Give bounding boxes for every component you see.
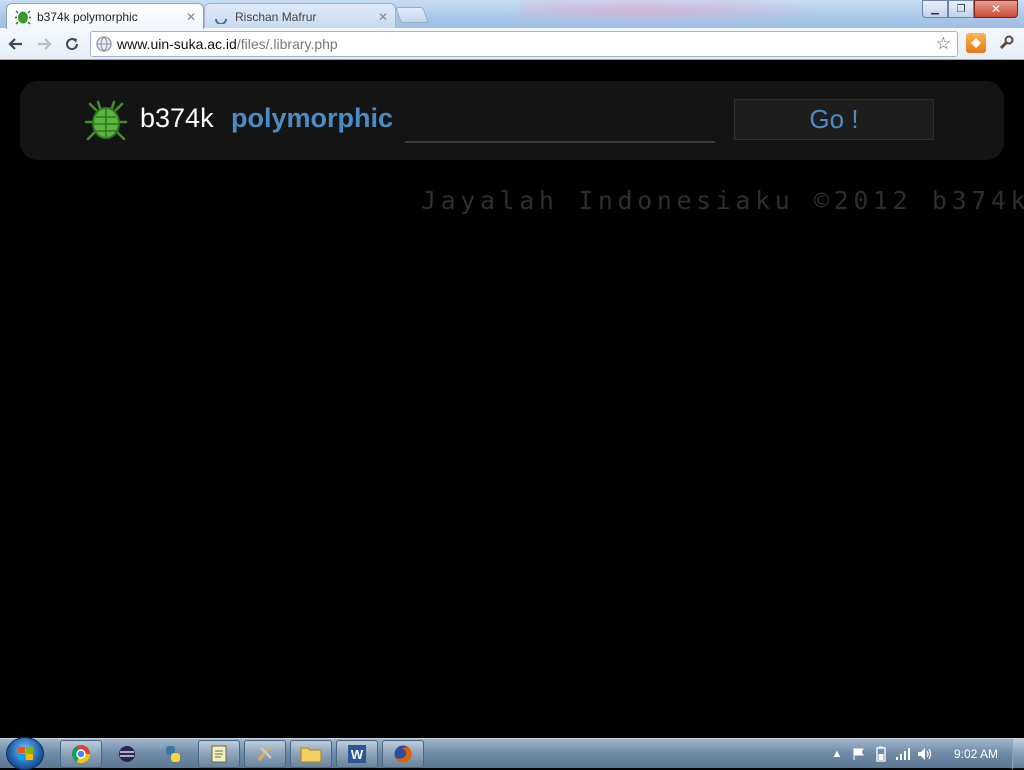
url-host: www.uin-suka.ac.id xyxy=(117,36,237,52)
notepad-taskbar-icon[interactable] xyxy=(198,740,240,768)
back-arrow-icon[interactable] xyxy=(6,34,26,54)
header-panel: b374k polymorphic Go ! xyxy=(20,81,1004,160)
close-icon[interactable]: ✕ xyxy=(375,10,391,24)
brand-subtitle: polymorphic xyxy=(231,103,394,133)
tab-rischan[interactable]: Rischan Mafrur ✕ xyxy=(204,3,396,29)
firefox-taskbar-icon[interactable] xyxy=(382,740,424,768)
loading-spinner-icon xyxy=(213,9,229,25)
word-icon: W xyxy=(348,745,366,763)
minimize-icon[interactable]: ▁ xyxy=(922,0,948,18)
globe-icon xyxy=(96,36,112,52)
extension-icon[interactable] xyxy=(966,33,986,53)
go-button[interactable]: Go ! xyxy=(734,99,934,140)
command-input[interactable] xyxy=(405,101,715,143)
titlebar-glow xyxy=(520,0,820,24)
volume-icon[interactable] xyxy=(914,744,936,764)
system-tray: ▲ 9:02 AM xyxy=(826,739,1024,769)
wrench-icon[interactable] xyxy=(996,33,1016,53)
new-tab-button[interactable] xyxy=(395,7,429,23)
tools-taskbar-icon[interactable] xyxy=(244,740,286,768)
restore-icon[interactable]: ❐ xyxy=(948,0,974,18)
close-icon[interactable]: ✕ xyxy=(183,10,199,24)
url-path: /files/.library.php xyxy=(236,36,338,52)
word-taskbar-icon[interactable]: W xyxy=(336,740,378,768)
window-controls: ▁ ❐ ✕ xyxy=(922,0,1018,18)
browser-titlebar: b374k polymorphic ✕ Rischan Mafrur ✕ ▁ ❐… xyxy=(0,0,1024,29)
action-center-flag-icon[interactable] xyxy=(848,744,870,764)
footer-text: Jayalah Indonesiaku ©2012 b374k xyxy=(421,186,1024,215)
chrome-taskbar-icon[interactable] xyxy=(60,740,102,768)
battery-icon[interactable] xyxy=(870,744,892,764)
windows-logo-icon xyxy=(18,747,33,760)
address-bar[interactable]: www.uin-suka.ac.id/files/.library.php ☆ xyxy=(90,31,958,57)
window-close-icon[interactable]: ✕ xyxy=(974,0,1018,18)
windows-taskbar: W ▲ 9:02 AM xyxy=(0,737,1024,770)
reload-icon[interactable] xyxy=(62,34,82,54)
page-content: b374k polymorphic Go ! Jayalah Indonesia… xyxy=(0,61,1024,737)
folder-taskbar-icon[interactable] xyxy=(290,740,332,768)
show-hidden-icons-icon[interactable]: ▲ xyxy=(826,744,848,764)
eclipse-taskbar-icon[interactable] xyxy=(106,740,148,768)
bug-logo-icon xyxy=(84,100,128,141)
forward-arrow-icon[interactable] xyxy=(34,34,54,54)
brand-name: b374k xyxy=(140,103,214,133)
tab-title: Rischan Mafrur xyxy=(235,9,317,24)
star-icon[interactable]: ☆ xyxy=(936,34,951,54)
taskbar-clock[interactable]: 9:02 AM xyxy=(954,747,998,761)
bug-icon xyxy=(15,9,31,25)
tab-b374k[interactable]: b374k polymorphic ✕ xyxy=(6,3,204,29)
tab-title: b374k polymorphic xyxy=(37,9,138,24)
browser-toolbar: www.uin-suka.ac.id/files/.library.php ☆ xyxy=(0,28,1024,60)
network-signal-icon[interactable] xyxy=(892,744,914,764)
python-taskbar-icon[interactable] xyxy=(152,740,194,768)
start-button[interactable] xyxy=(6,737,44,770)
show-desktop-button[interactable] xyxy=(1012,739,1024,769)
